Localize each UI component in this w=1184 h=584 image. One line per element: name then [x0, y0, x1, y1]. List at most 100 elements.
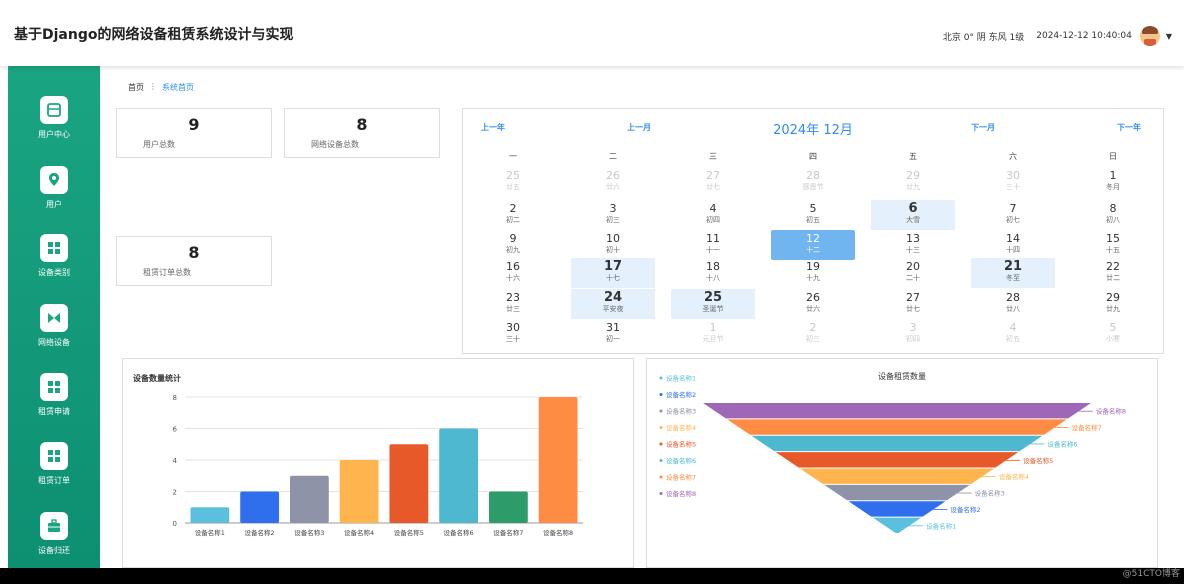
calendar-day[interactable]: 7 初七 [971, 200, 1055, 230]
x-tick-label: 设备名称6 [444, 528, 474, 537]
calendar-day[interactable]: 21 冬至 [971, 258, 1055, 288]
day-lunar-label: 廿五 [506, 183, 520, 191]
bar-1[interactable] [190, 507, 230, 523]
bar-5[interactable] [389, 444, 429, 523]
calendar-day[interactable]: 26 廿六 [571, 167, 655, 197]
legend-label[interactable]: 设备名称1 [666, 374, 696, 383]
calendar-day[interactable]: 24 平安夜 [571, 289, 655, 319]
legend-marker[interactable] [659, 376, 663, 380]
calendar-day[interactable]: 15 十五 [1071, 230, 1155, 260]
return-icon [40, 512, 68, 540]
legend-label[interactable]: 设备名称2 [666, 390, 696, 399]
calendar-day[interactable]: 14 十四 [971, 230, 1055, 260]
funnel-label: 设备名称2 [950, 505, 980, 514]
calendar-day[interactable]: 28 廿八 [971, 289, 1055, 319]
day-lunar-label: 初三 [806, 335, 820, 343]
calendar-day[interactable]: 17 十七 [571, 258, 655, 288]
breadcrumb-home[interactable]: 首页 [128, 82, 144, 93]
funnel-layer-5[interactable] [800, 468, 994, 484]
legend-label[interactable]: 设备名称3 [666, 407, 696, 416]
sidebar-item-return[interactable]: 设备归还 [8, 512, 100, 572]
funnel-layer-8[interactable] [872, 517, 922, 533]
weekday-label: 三 [709, 152, 717, 161]
calendar-day[interactable]: 5 初五 [771, 200, 855, 230]
calendar-day[interactable]: 22 廿二 [1071, 258, 1155, 288]
calendar-day[interactable]: 3 初三 [571, 200, 655, 230]
legend-label[interactable]: 设备名称4 [666, 423, 696, 432]
calendar-day[interactable]: 4 初四 [671, 200, 755, 230]
sidebar-item-apply[interactable]: 租赁申请 [8, 373, 100, 433]
calendar-day-today[interactable]: 12 十二 [771, 230, 855, 260]
calendar-day[interactable]: 9 初九 [471, 230, 555, 260]
bar-2[interactable] [240, 491, 280, 524]
calendar-day[interactable]: 25 圣诞节 [671, 289, 755, 319]
legend-marker[interactable] [659, 492, 663, 495]
calendar-day[interactable]: 19 十九 [771, 258, 855, 288]
bar-7[interactable] [488, 491, 528, 524]
calendar-day[interactable]: 6 大雪 [871, 200, 955, 230]
calendar-day[interactable]: 20 二十 [871, 258, 955, 288]
calendar-day[interactable]: 23 廿三 [471, 289, 555, 319]
sidebar-item-user-center[interactable]: 用户中心 [8, 96, 100, 156]
calendar-day[interactable]: 29 廿九 [871, 167, 955, 197]
calendar-day[interactable]: 1 元旦节 [671, 319, 755, 349]
calendar-day[interactable]: 4 初五 [971, 319, 1055, 349]
next-month-button[interactable]: 下一月 [971, 122, 995, 133]
calendar-day[interactable]: 16 十六 [471, 258, 555, 288]
legend-marker[interactable] [659, 442, 663, 446]
bar-4[interactable] [339, 460, 379, 523]
funnel-layer-4[interactable] [775, 452, 1019, 468]
legend-marker[interactable] [659, 393, 663, 396]
calendar-day[interactable]: 3 初四 [871, 319, 955, 349]
calendar-day[interactable]: 1 冬月 [1071, 167, 1155, 197]
legend-label[interactable]: 设备名称6 [666, 456, 696, 465]
calendar-day[interactable]: 8 初八 [1071, 200, 1155, 230]
funnel-layer-6[interactable] [824, 484, 970, 501]
day-lunar-label: 初三 [606, 216, 620, 224]
calendar-day[interactable]: 30 三十 [971, 167, 1055, 197]
funnel-layer-3[interactable] [751, 435, 1043, 452]
bar-8[interactable] [538, 397, 578, 523]
calendar-day[interactable]: 31 初一 [571, 319, 655, 349]
calendar-day[interactable]: 2 初二 [471, 200, 555, 230]
calendar-day[interactable]: 27 廿七 [871, 289, 955, 319]
funnel-label: 设备名称8 [1096, 407, 1126, 416]
calendar-day[interactable]: 18 十八 [671, 258, 755, 288]
calendar-day[interactable]: 13 十三 [871, 230, 955, 260]
legend-label[interactable]: 设备名称5 [666, 440, 696, 449]
avatar[interactable] [1139, 26, 1160, 46]
legend-marker[interactable] [659, 426, 663, 429]
chevron-down-icon[interactable]: ▼ [1166, 32, 1172, 41]
calendar-day[interactable]: 11 十一 [671, 230, 755, 260]
calendar-day[interactable]: 26 廿六 [771, 289, 855, 319]
calendar-day[interactable]: 25 廿五 [471, 167, 555, 197]
calendar-day[interactable]: 29 廿九 [1071, 289, 1155, 319]
stat-value: 9 [188, 115, 200, 134]
legend-marker[interactable] [659, 459, 663, 462]
app-title: 基于Django的网络设备租赁系统设计与实现 [14, 27, 294, 43]
bar-3[interactable] [289, 475, 329, 523]
sidebar-item-order[interactable]: 租赁订单 [8, 442, 100, 502]
y-tick-label: 2 [173, 489, 177, 497]
calendar-day[interactable]: 30 三十 [471, 319, 555, 349]
sidebar-item-category[interactable]: 设备类别 [8, 234, 100, 294]
bar-6[interactable] [439, 428, 479, 524]
legend-label[interactable]: 设备名称7 [666, 473, 696, 482]
funnel-layer-2[interactable] [727, 419, 1067, 435]
sidebar-item-network-device[interactable]: 网络设备 [8, 304, 100, 364]
calendar-day[interactable]: 10 初十 [571, 230, 655, 260]
day-number: 1 [709, 321, 717, 334]
day-lunar-label: 初八 [1106, 216, 1120, 224]
funnel-layer-7[interactable] [848, 501, 946, 517]
funnel-layer-1[interactable] [703, 403, 1091, 419]
calendar-day[interactable]: 28 感恩节 [771, 167, 855, 197]
calendar-day[interactable]: 5 小寒 [1071, 319, 1155, 349]
legend-marker[interactable] [659, 475, 663, 479]
next-year-button[interactable]: 下一年 [1117, 122, 1141, 133]
legend-label[interactable]: 设备名称8 [666, 489, 696, 498]
sidebar-item-user[interactable]: 用户 [8, 166, 100, 226]
day-number: 25 [506, 169, 520, 182]
legend-marker[interactable] [659, 409, 663, 413]
calendar-day[interactable]: 27 廿七 [671, 167, 755, 197]
calendar-day[interactable]: 2 初三 [771, 319, 855, 349]
